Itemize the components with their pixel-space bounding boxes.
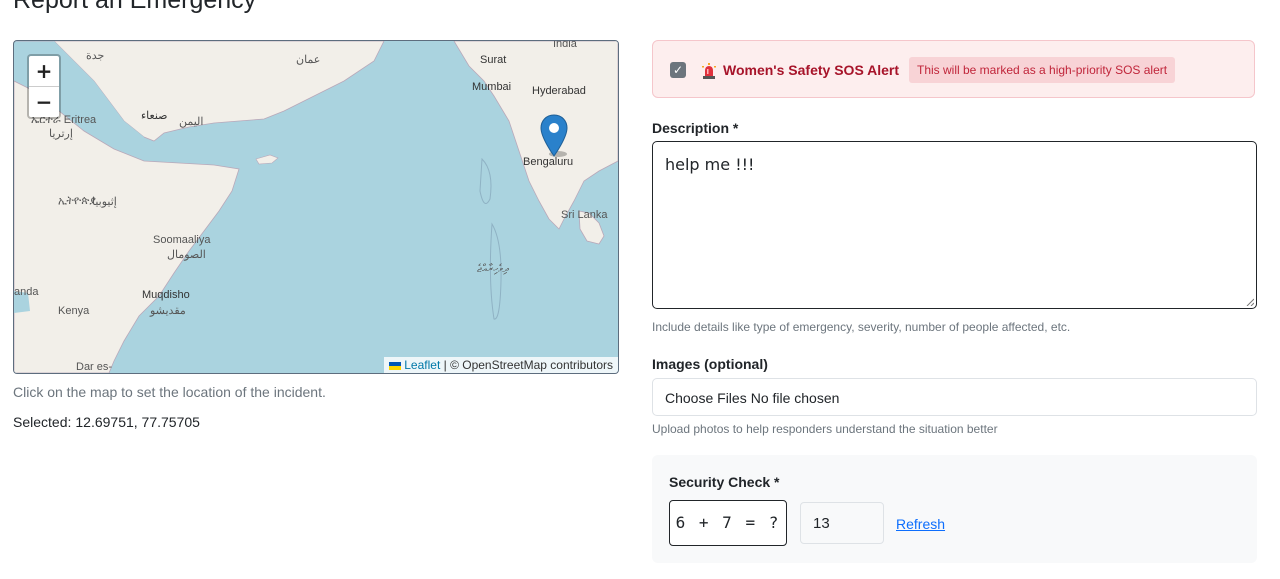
ukraine-flag-icon [389,361,402,370]
map-label-maldives: ދިވެހިރާއްޖެ [477,263,509,275]
zoom-in-button[interactable]: + [29,56,59,86]
zoom-control: + − [27,54,61,119]
map-attribution: Leaflet | © OpenStreetMap contributors [384,357,618,373]
zoom-out-button[interactable]: − [29,86,59,117]
resize-handle-icon[interactable] [1246,298,1254,306]
images-help: Upload photos to help responders underst… [652,422,998,436]
map-pin-icon[interactable] [540,114,568,158]
images-file-input[interactable]: Choose Files No file chosen [652,378,1257,416]
map-label-dar: Dar es- [76,361,113,373]
file-status: No file chosen [750,390,840,406]
sos-priority-badge: This will be marked as a high-priority S… [909,57,1176,83]
map-label-uganda: anda [14,286,39,298]
map-label-mumbai: Mumbai [472,81,512,93]
sos-alert-box: ✓ Women's Safety SOS Alert This will be … [652,40,1255,98]
map-label-kenya: Kenya [58,305,90,317]
security-check-panel: Security Check * 6 + 7 = ? 13 Refresh [652,455,1257,563]
sos-label[interactable]: Women's Safety SOS Alert [723,62,899,78]
selected-label: Selected: [13,414,72,430]
selected-value: 12.69751, 77.75705 [75,414,200,430]
security-label: Security Check * [669,474,780,490]
map-label-india: India [553,40,577,50]
map-label-ethiopia: ኢትዮጵያ [58,195,96,207]
attribution-text: | © OpenStreetMap contributors [440,358,613,372]
choose-files-button[interactable]: Choose Files [665,390,747,406]
captcha-answer-input[interactable]: 13 [800,502,884,544]
map-label-sri-lanka: Sri Lanka [561,209,608,221]
map-label-mogadishu: Muqdisho [142,289,190,301]
map-label-surat: Surat [480,54,507,66]
captcha-challenge: 6 + 7 = ? [669,500,787,546]
map-label-sanaa: صنعاء [141,110,168,122]
images-label: Images (optional) [652,356,768,372]
map-label-somalia-ar: الصومال [167,249,206,261]
description-label: Description * [652,120,739,136]
map-label-ethiopia-ar: إثيوبيا [92,196,117,208]
map-label-yemen: اليمن [179,116,204,128]
page-title: Report an Emergency [13,0,257,14]
sos-checkbox[interactable]: ✓ [670,62,686,78]
description-value: help me !!! [665,155,755,174]
map-label-hyderabad: Hyderabad [532,85,586,97]
map-label-mogadishu-ar: مقديشو [150,305,186,317]
map-label-somalia: Soomaaliya [153,234,211,246]
map-label-oman: عمان [296,54,321,66]
map-help-text: Click on the map to set the location of … [13,384,326,400]
description-help: Include details like type of emergency, … [652,320,1071,334]
captcha-refresh-link[interactable]: Refresh [896,516,945,532]
selected-coordinates: Selected: 12.69751, 77.75705 [13,414,200,430]
description-textarea[interactable]: help me !!! [652,141,1257,309]
leaflet-link[interactable]: Leaflet [404,358,440,372]
siren-icon [702,63,716,79]
map-label-eritrea-ar: إرتريا [49,128,73,140]
map-label-jeddah: جدة [86,50,105,62]
incident-location-map[interactable]: India عمان Surat Mumbai Hyderabad جدة صن… [13,40,619,374]
